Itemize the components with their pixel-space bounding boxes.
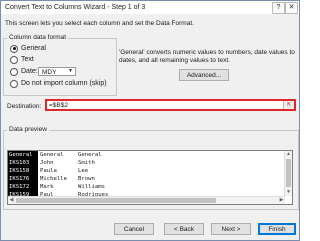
column-format-group: Column data format General Text Date: MD…	[3, 34, 117, 96]
intro-text: This screen lets you select each column …	[5, 20, 194, 27]
destination-value: =$B$2	[49, 102, 68, 109]
column-format-legend: Column data format	[7, 34, 69, 41]
scroll-thumb[interactable]	[286, 159, 291, 187]
radio-general-icon[interactable]	[10, 44, 18, 53]
window-title: Convert Text to Columns Wizard - Step 1 …	[5, 4, 146, 11]
finish-button[interactable]: Finish	[258, 223, 296, 235]
radio-text-label[interactable]: Text	[21, 56, 34, 63]
cancel-button[interactable]: Cancel	[114, 223, 154, 235]
convert-text-wizard-dialog: Convert Text to Columns Wizard - Step 1 …	[0, 0, 300, 241]
radio-skip-icon[interactable]	[10, 79, 18, 88]
destination-input[interactable]: =$B$2 ⇱	[45, 99, 296, 111]
scroll-right-icon[interactable]: ▶	[278, 197, 285, 204]
preview-column-1[interactable]: General IKS103 IKS158 IKS176 IKS172 IKS1…	[8, 151, 38, 199]
close-button[interactable]: ✕	[285, 2, 298, 14]
preview-vertical-scrollbar[interactable]: ▲ ▼	[284, 151, 292, 196]
date-format-select[interactable]: MDY ▼	[38, 67, 76, 76]
preview-header: General	[8, 151, 38, 159]
help-button[interactable]: ?	[272, 2, 285, 14]
scroll-thumb[interactable]	[16, 198, 216, 203]
preview-cell: Michelle	[40, 176, 67, 182]
format-description: 'General' converts numeric values to num…	[119, 49, 295, 64]
preview-cell: Mark	[40, 184, 54, 190]
range-collapse-icon[interactable]: ⇱	[283, 101, 294, 109]
advanced-button[interactable]: Advanced...	[179, 69, 229, 81]
radio-text[interactable]: Text	[10, 55, 34, 64]
preview-cell: IKS176	[8, 175, 38, 183]
data-preview-legend: Data preview	[7, 126, 49, 133]
radio-date[interactable]: Date:	[10, 67, 38, 76]
radio-general[interactable]: General	[10, 44, 46, 53]
preview-cell: Williams	[78, 184, 105, 190]
preview-header: General	[78, 152, 102, 158]
preview-cell: Lee	[78, 168, 89, 174]
radio-skip[interactable]: Do not import column (skip)	[10, 79, 107, 88]
preview-cell: John	[40, 160, 54, 166]
scroll-up-icon[interactable]: ▲	[285, 151, 292, 158]
preview-column-3[interactable]: General Smith Lee Brown Williams Rodrigu…	[77, 151, 127, 199]
preview-cell: IKS158	[8, 167, 38, 175]
preview-cell: Smith	[78, 160, 95, 166]
preview-header: General	[40, 152, 64, 158]
radio-date-icon[interactable]	[10, 67, 18, 76]
preview-cell: Paula	[40, 168, 57, 174]
radio-date-label[interactable]: Date:	[21, 68, 38, 75]
date-format-value: MDY	[42, 69, 57, 76]
radio-skip-label[interactable]: Do not import column (skip)	[21, 80, 107, 87]
preview-column-2[interactable]: General John Paula Michelle Mark Paul	[39, 151, 77, 199]
preview-cell: Brown	[78, 176, 95, 182]
destination-label: Destination:	[7, 103, 42, 110]
radio-text-icon[interactable]	[10, 55, 18, 64]
scroll-down-icon[interactable]: ▼	[285, 189, 292, 196]
preview-cell: IKS172	[8, 183, 38, 191]
title-bar: Convert Text to Columns Wizard - Step 1 …	[1, 1, 299, 14]
back-button[interactable]: < Back	[164, 223, 204, 235]
preview-horizontal-scrollbar[interactable]: ◀ ▶	[8, 196, 285, 204]
chevron-down-icon[interactable]: ▼	[67, 68, 74, 75]
preview-cell: IKS103	[8, 159, 38, 167]
data-preview-grid[interactable]: General IKS103 IKS158 IKS176 IKS172 IKS1…	[7, 150, 293, 205]
next-button[interactable]: Next >	[211, 223, 251, 235]
radio-general-label[interactable]: General	[21, 45, 46, 52]
scroll-left-icon[interactable]: ◀	[8, 197, 15, 204]
